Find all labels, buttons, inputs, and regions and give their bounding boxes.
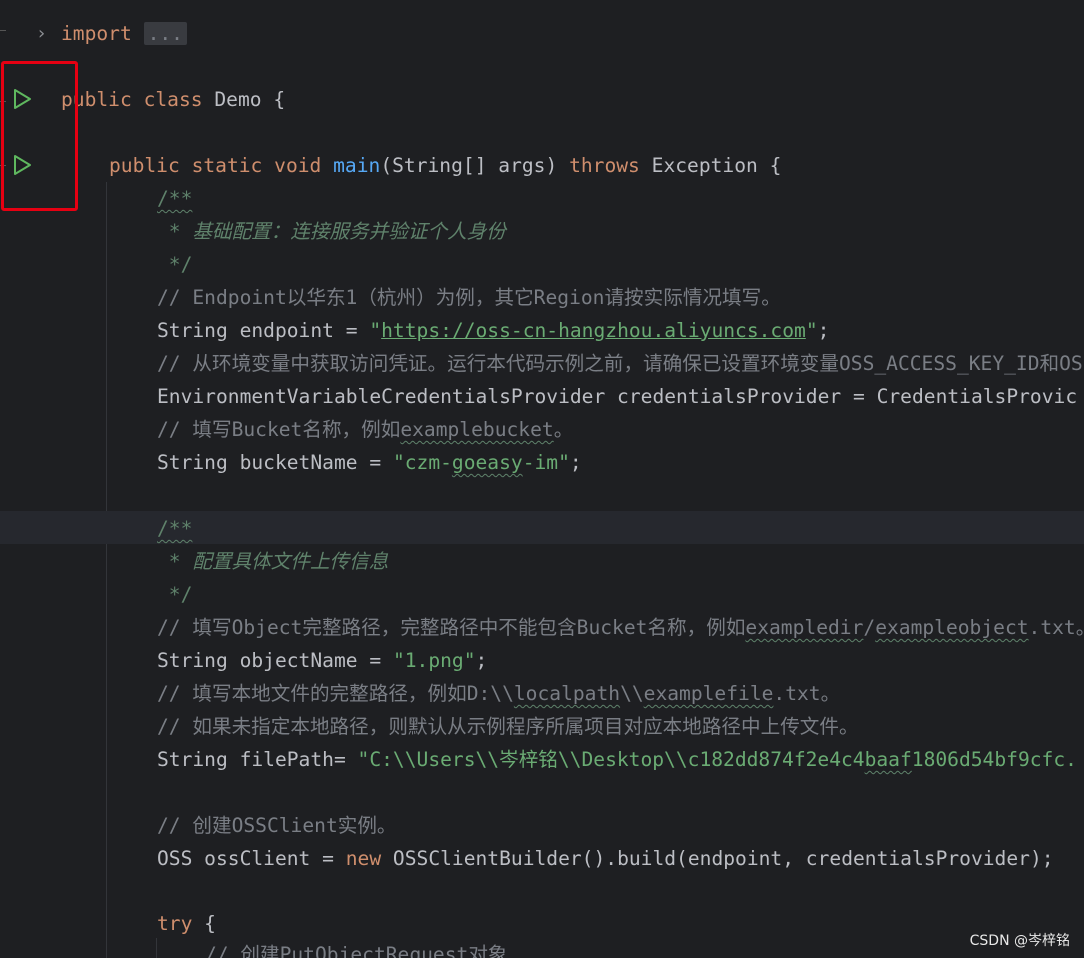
code-line-bucket: String bucketName = "czm-goeasy-im"; [157,451,582,474]
code-comment: // 从环境变量中获取访问凭证。运行本代码示例之前，请确保已设置环境变量OSS_… [157,352,1084,375]
code-line-import: › import ... [0,17,1084,50]
code-line-endpoint: String endpoint = "https://oss-cn-hangzh… [157,319,830,342]
doc-comment-close: */ [157,583,193,606]
code-editor[interactable]: › import ... public class Demo { public … [0,0,1084,958]
code-line-main: public static void main(String[] args) t… [0,149,1084,182]
code-line-class: public class Demo { [0,83,1084,116]
code-line-objectname: String objectName = "1.png"; [157,649,488,672]
doc-comment-open: /** [157,517,193,540]
code-comment: // 创建PutObjectRequest对象 [205,943,508,958]
code-comment: // 填写Bucket名称，例如examplebucket。 [157,418,574,441]
code-comment: // Endpoint以华东1（杭州）为例，其它Region请按实际情况填写。 [157,286,781,309]
code-comment: // 创建OSSClient实例。 [157,814,397,837]
code-line-filepath: String filePath= "C:\\Users\\岑梓铭\\Deskto… [157,748,1077,771]
doc-comment-text: * 基础配置：连接服务并验证个人身份 [157,220,506,243]
annotation-highlight-box [1,61,78,211]
keyword: import [61,22,132,45]
code-comment: // 填写Object完整路径，完整路径中不能包含Bucket名称，例如exam… [157,616,1084,639]
doc-comment-open: /** [157,187,193,210]
watermark: CSDN @岑梓铭 [969,933,1070,949]
endpoint-url-link[interactable]: https://oss-cn-hangzhou.aliyuncs.com [381,319,806,342]
doc-comment-text: * 配置具体文件上传信息 [157,550,389,573]
chevron-right-icon[interactable]: › [36,17,47,50]
code-line-try: try { [157,912,216,935]
code-line-ossclient: OSS ossClient = new OSSClientBuilder().b… [157,847,1054,870]
code-comment: // 填写本地文件的完整路径，例如D:\\localpath\\examplef… [157,682,841,705]
doc-comment-close: */ [157,253,193,276]
code-comment: // 如果未指定本地路径，则默认从示例程序所属项目对应本地路径中上传文件。 [157,715,859,738]
code-line-credentials: EnvironmentVariableCredentialsProvider c… [157,385,1078,408]
folded-imports[interactable]: ... [143,22,187,45]
